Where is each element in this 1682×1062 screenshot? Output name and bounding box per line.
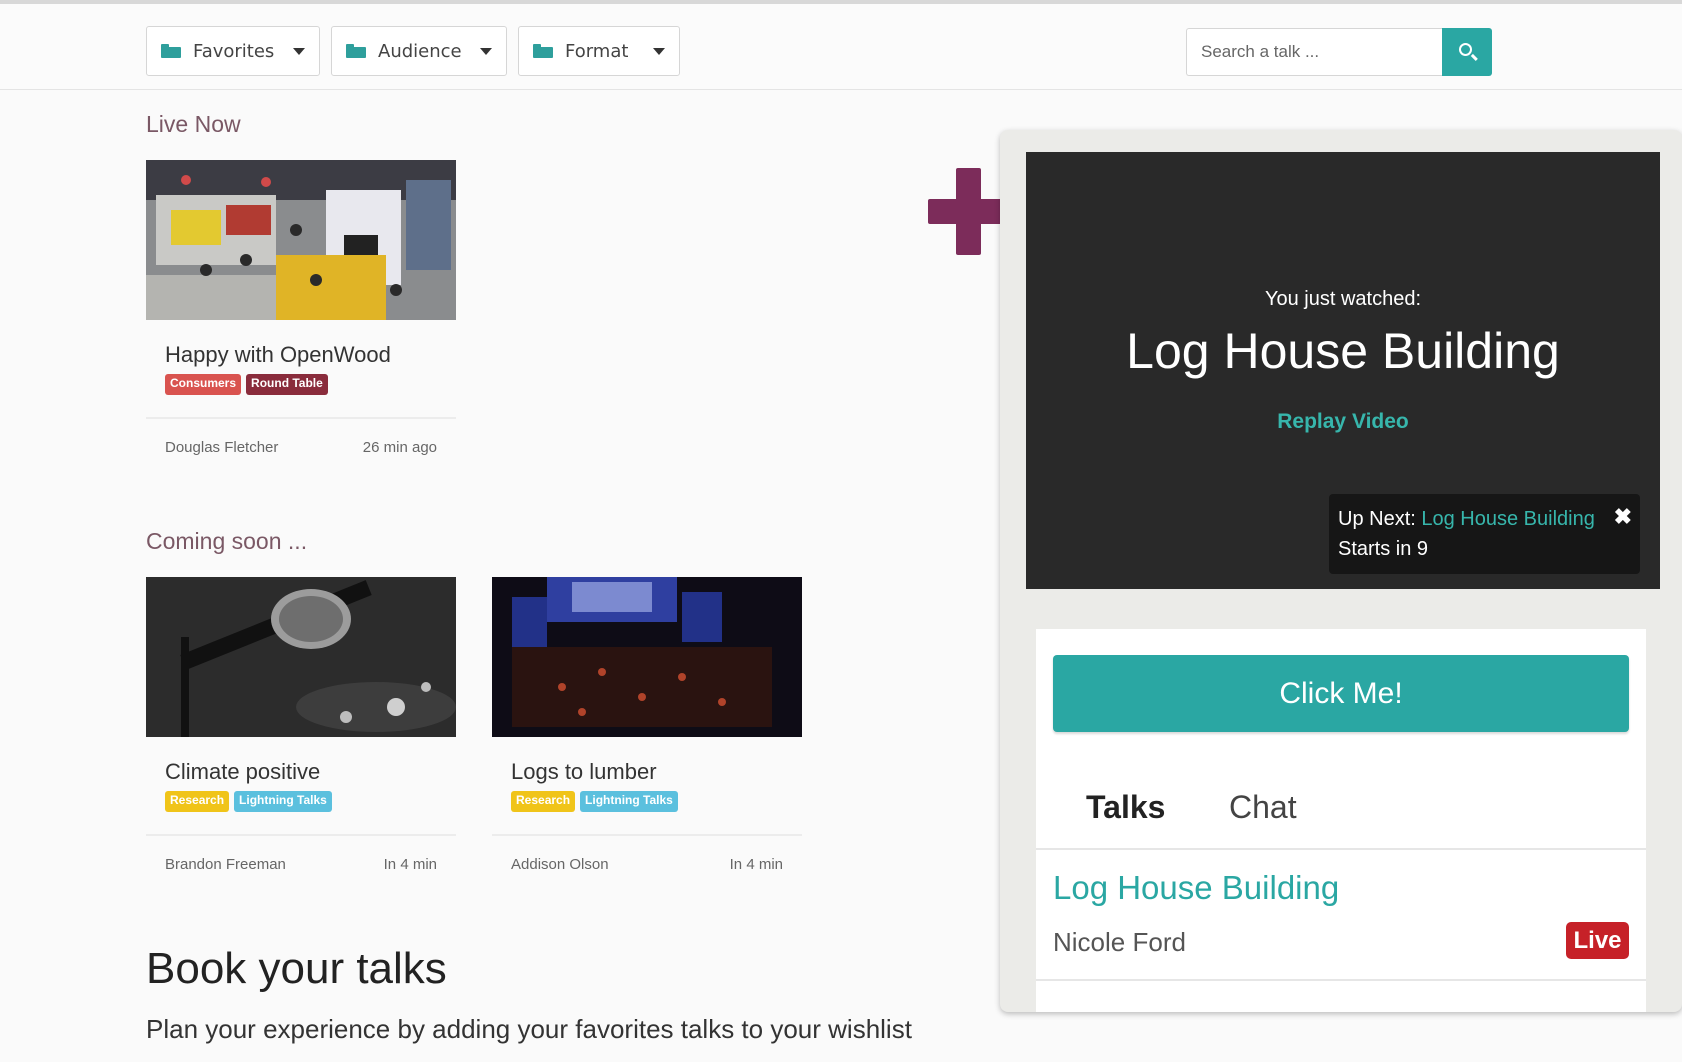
starts-in-countdown: Starts in 9 <box>1338 538 1429 560</box>
live-talk-speaker: Nicole Ford <box>1053 927 1186 957</box>
caret-down-icon <box>480 48 492 55</box>
close-icon[interactable]: ✖ <box>1614 502 1632 532</box>
card-footer: Brandon Freeman In 4 min <box>146 834 456 873</box>
speaker-name: Douglas Fletcher <box>165 439 279 456</box>
favorites-filter-dropdown[interactable]: Favorites <box>146 26 320 76</box>
talk-title[interactable]: Logs to lumber <box>511 759 802 785</box>
tag-list: Consumers Round Table <box>165 374 456 395</box>
speaker-name: Addison Olson <box>511 856 609 873</box>
tag-list: Research Lightning Talks <box>165 791 456 812</box>
caret-down-icon <box>293 48 305 55</box>
talk-thumbnail-expo-hall[interactable] <box>146 160 456 320</box>
speaker-name: Brandon Freeman <box>165 856 286 873</box>
audience-filter-label: Audience <box>378 40 462 62</box>
tab-talks[interactable]: Talks <box>1086 789 1165 826</box>
format-filter-dropdown[interactable]: Format <box>518 26 680 76</box>
talk-time: 26 min ago <box>362 439 437 456</box>
format-filter-label: Format <box>565 40 629 62</box>
tag-badge: Lightning Talks <box>580 791 678 812</box>
audience-filter-dropdown[interactable]: Audience <box>331 26 507 76</box>
plus-icon <box>928 199 1011 224</box>
card-footer: Addison Olson In 4 min <box>492 834 802 873</box>
coming-soon-heading: Coming soon ... <box>146 528 308 554</box>
talk-title[interactable]: Climate positive <box>165 759 456 785</box>
up-next-overlay: Up Next: Log House Building Starts in 9 … <box>1329 494 1640 574</box>
talk-thumbnail-microphone[interactable] <box>146 577 456 737</box>
top-filter-bar: Favorites Audience Format <box>0 0 1682 90</box>
tag-badge: Research <box>165 791 230 812</box>
tag-list: Research Lightning Talks <box>511 791 802 812</box>
talk-card[interactable]: Happy with OpenWood Consumers Round Tabl… <box>146 160 456 456</box>
folder-icon <box>346 44 366 58</box>
up-next-label: Up Next: <box>1338 508 1416 530</box>
panel-content: Click Me! Talks Chat Log House Building … <box>1036 629 1646 1012</box>
folder-icon <box>161 44 181 58</box>
talk-title[interactable]: Happy with OpenWood <box>165 342 456 368</box>
tag-badge: Research <box>511 791 576 812</box>
folder-icon <box>533 44 553 58</box>
video-player[interactable]: You just watched: Log House Building Rep… <box>1026 152 1660 589</box>
search-input[interactable] <box>1186 28 1442 76</box>
tag-badge: Round Table <box>246 374 328 395</box>
talk-time: In 4 min <box>729 856 783 873</box>
search-button[interactable] <box>1442 28 1492 76</box>
watched-label: You just watched: <box>1264 288 1422 310</box>
watched-title: Log House Building <box>1126 323 1560 379</box>
talk-card[interactable]: Climate positive Research Lightning Talk… <box>146 577 456 873</box>
card-footer: Douglas Fletcher 26 min ago <box>146 417 456 456</box>
tag-badge: Lightning Talks <box>234 791 332 812</box>
live-side-panel: You just watched: Log House Building Rep… <box>1000 130 1682 1012</box>
book-talks-heading: Book your talks <box>146 944 447 993</box>
live-badge: Live <box>1566 922 1629 959</box>
replay-video-link[interactable]: Replay Video <box>1026 410 1660 434</box>
tab-chat[interactable]: Chat <box>1229 789 1297 826</box>
talk-thumbnail-auditorium[interactable] <box>492 577 802 737</box>
book-talks-subtitle: Plan your experience by adding your favo… <box>146 1014 912 1044</box>
caret-down-icon <box>653 48 665 55</box>
up-next-title-link[interactable]: Log House Building <box>1421 508 1594 530</box>
live-now-heading: Live Now <box>146 111 241 137</box>
click-me-button[interactable]: Click Me! <box>1053 655 1629 732</box>
live-talk-title-link[interactable]: Log House Building <box>1053 869 1339 907</box>
tab-divider <box>1036 848 1646 850</box>
tag-badge: Consumers <box>165 374 242 395</box>
row-divider <box>1036 979 1646 981</box>
favorites-filter-label: Favorites <box>193 40 275 62</box>
talk-card[interactable]: Logs to lumber Research Lightning Talks … <box>492 577 802 873</box>
search-icon <box>1459 43 1472 56</box>
talk-time: In 4 min <box>383 856 437 873</box>
